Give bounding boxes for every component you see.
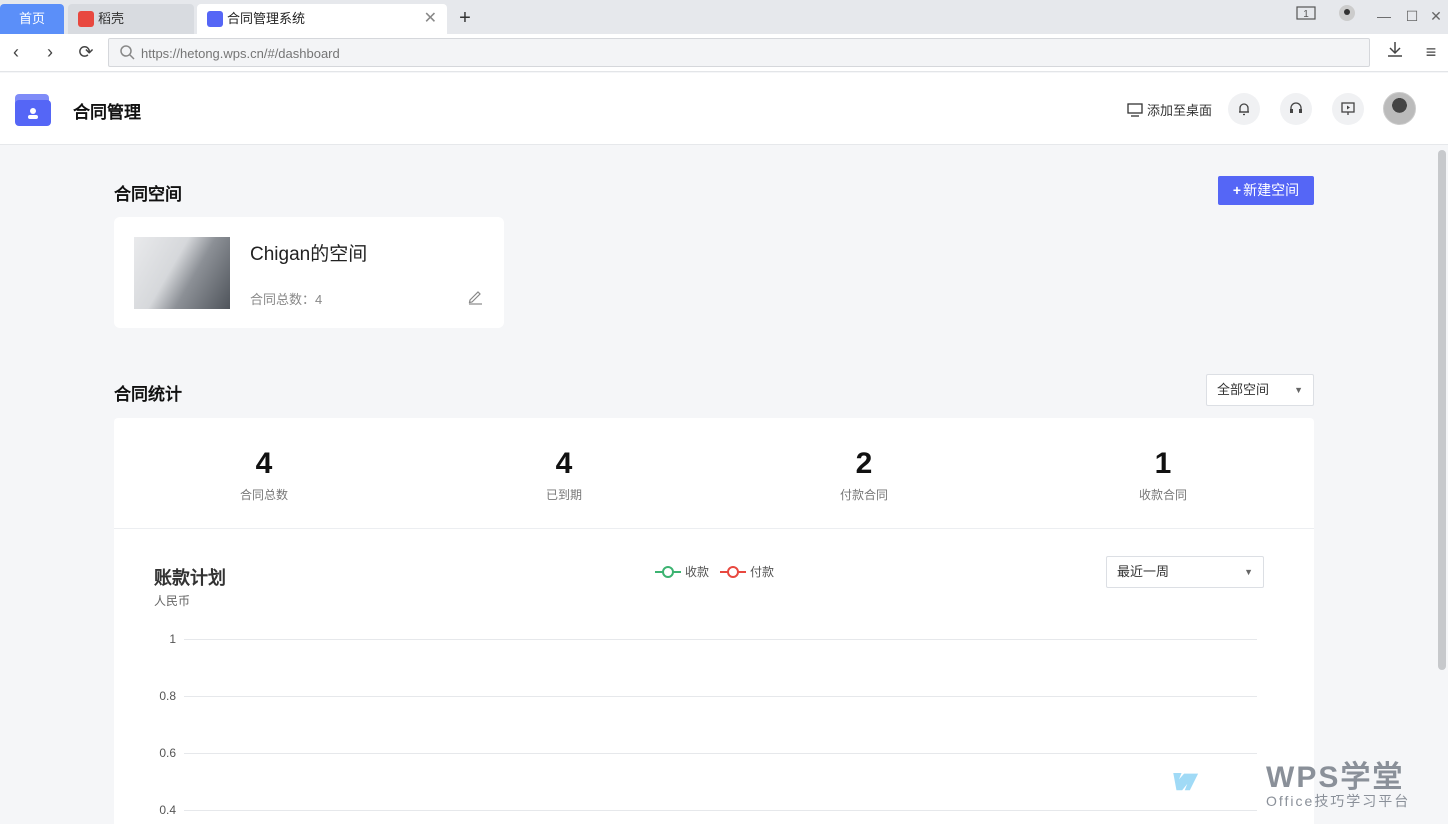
tab-contract-label: 合同管理系统 [227, 11, 306, 26]
range-filter-value: 最近一周 [1117, 564, 1170, 579]
caret-down-icon: ▼ [1294, 385, 1303, 395]
refresh-icon[interactable]: ⟳ [74, 40, 98, 64]
download-icon[interactable] [1383, 40, 1407, 64]
stat-receipt: 1 收款合同 [1013, 446, 1313, 503]
legend-receipt-label: 收款 [685, 565, 710, 579]
forward-icon[interactable]: › [38, 40, 62, 64]
svg-text:1: 1 [1303, 9, 1309, 20]
y-tick-label: 0.8 [159, 689, 176, 703]
range-filter-select[interactable]: 最近一周 ▼ [1106, 556, 1264, 588]
space-filter-value: 全部空间 [1217, 382, 1270, 397]
tab-daoke[interactable]: 稻壳 [68, 4, 194, 34]
notification-button[interactable] [1228, 93, 1260, 125]
plus-icon: + [1232, 182, 1242, 198]
caret-down-icon: ▼ [1244, 567, 1253, 577]
app-header: 合同管理 添加至桌面 [0, 73, 1448, 145]
stat-payment-label: 付款合同 [839, 488, 888, 502]
stat-receipt-label: 收款合同 [1138, 488, 1187, 502]
search-icon [120, 45, 135, 60]
tab-count-icon[interactable]: 1 [1294, 4, 1318, 28]
new-space-label: 新建空间 [1243, 182, 1300, 198]
add-to-desktop-label: 添加至桌面 [1147, 103, 1213, 118]
user-avatar[interactable] [1383, 92, 1416, 125]
legend-payment-label: 付款 [750, 565, 775, 579]
support-button[interactable] [1280, 93, 1312, 125]
desktop-icon [1127, 103, 1143, 117]
space-thumbnail [134, 237, 230, 309]
watermark-tagline: Office技巧学习平台 [1266, 793, 1411, 809]
maximize-icon[interactable]: ☐ [1402, 4, 1422, 28]
legend-receipt[interactable]: 收款 [655, 564, 709, 580]
space-card[interactable]: Chigan的空间 合同总数：4 [114, 217, 504, 328]
address-bar: ‹ › ⟳ ≡ [0, 34, 1448, 72]
stat-expired-label: 已到期 [545, 488, 582, 502]
page-scrollbar[interactable] [1438, 150, 1446, 670]
y-tick-label: 0.6 [159, 746, 176, 760]
grid-line [184, 696, 1257, 697]
receipt-legend-icon [655, 566, 681, 578]
stat-payment: 2 付款合同 [714, 446, 1014, 503]
minimize-icon[interactable]: — [1374, 4, 1394, 28]
stat-total-value: 4 [255, 447, 273, 480]
grid-line [184, 753, 1257, 754]
stats-divider [114, 528, 1314, 529]
stat-total-label: 合同总数 [239, 488, 288, 502]
stat-receipt-value: 1 [1154, 447, 1172, 480]
close-window-icon[interactable]: ✕ [1426, 4, 1446, 28]
edit-icon[interactable] [466, 287, 484, 305]
new-tab-button[interactable]: + [455, 5, 475, 31]
contract-app-icon [207, 11, 223, 27]
grid-line [184, 639, 1257, 640]
y-tick-label: 0.4 [159, 803, 176, 817]
stat-payment-value: 2 [855, 447, 873, 480]
y-tick-label: 1 [169, 632, 176, 646]
spaces-section-title: 合同空间 [114, 185, 182, 204]
presentation-button[interactable] [1332, 93, 1364, 125]
stat-expired: 4 已到期 [414, 446, 714, 503]
add-to-desktop-button[interactable]: 添加至桌面 [1127, 100, 1212, 120]
bell-icon [1239, 103, 1249, 116]
contract-folder-logo [15, 94, 51, 126]
presentation-icon [1341, 102, 1355, 115]
account-avatar-icon[interactable] [1336, 4, 1358, 28]
watermark-brand: WPS学堂 [1266, 761, 1405, 794]
browser-tab-bar: 首页 稻壳 合同管理系统 ✕ + 1 — ☐ ✕ [0, 0, 1448, 34]
menu-icon[interactable]: ≡ [1419, 40, 1443, 64]
chart-title: 账款计划 [154, 568, 226, 588]
headset-icon [1290, 102, 1302, 113]
stat-expired-value: 4 [555, 447, 573, 480]
grid-line [184, 810, 1257, 811]
stat-total: 4 合同总数 [114, 446, 414, 503]
close-tab-icon[interactable]: ✕ [424, 4, 437, 34]
tab-contract-system[interactable]: 合同管理系统 ✕ [197, 4, 447, 34]
space-name: Chigan的空间 [250, 244, 368, 265]
url-input[interactable] [141, 43, 1041, 63]
stats-card: 4 合同总数 4 已到期 2 付款合同 1 收款合同 账款计划 人民币 收款 付… [114, 418, 1314, 824]
stats-section-title: 合同统计 [114, 385, 182, 404]
payment-legend-icon [720, 566, 746, 578]
space-filter-select[interactable]: 全部空间 ▼ [1206, 374, 1314, 406]
url-field[interactable] [108, 38, 1370, 67]
app-title: 合同管理 [73, 103, 141, 122]
tab-daoke-label: 稻壳 [98, 11, 125, 26]
new-space-button[interactable]: + 新建空间 [1218, 176, 1314, 205]
wps-watermark-logo [1173, 773, 1199, 791]
chart-unit: 人民币 [154, 594, 191, 608]
daoke-icon [78, 11, 94, 27]
space-contract-count: 合同总数：4 [250, 292, 323, 307]
legend-payment[interactable]: 付款 [720, 564, 774, 580]
back-icon[interactable]: ‹ [4, 40, 28, 64]
tab-home[interactable]: 首页 [0, 4, 64, 34]
